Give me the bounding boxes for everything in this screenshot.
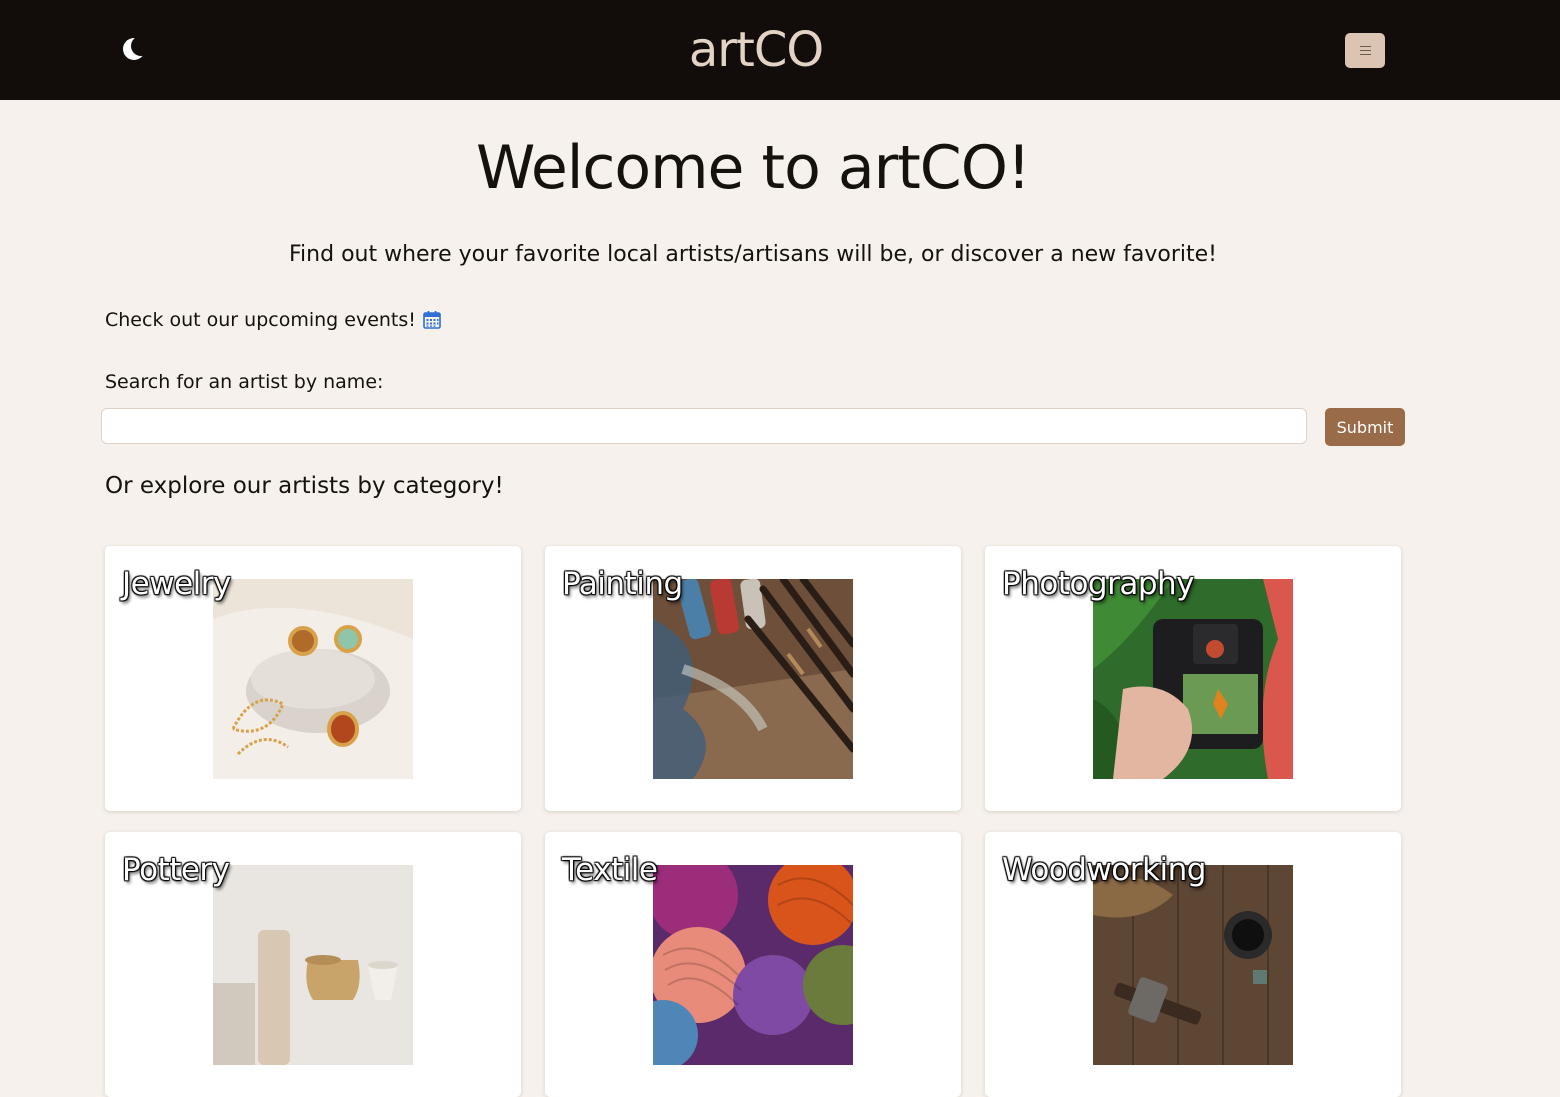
category-label: Painting xyxy=(562,566,683,602)
photography-photo xyxy=(1093,579,1293,779)
hamburger-menu-icon xyxy=(1359,46,1371,55)
jewelry-photo xyxy=(213,579,413,779)
category-card-painting[interactable]: Painting xyxy=(545,546,961,811)
upcoming-events-link[interactable]: Check out our upcoming events! xyxy=(105,306,442,334)
painting-photo xyxy=(653,579,853,779)
category-card-jewelry[interactable]: Jewelry xyxy=(105,546,521,811)
category-label: Textile xyxy=(562,852,658,888)
artist-search-input[interactable] xyxy=(101,408,1307,444)
category-label: Jewelry xyxy=(122,566,231,602)
search-label: Search for an artist by name: xyxy=(105,371,384,393)
woodworking-photo xyxy=(1093,865,1293,1065)
events-text: Check out our upcoming events! xyxy=(105,309,416,331)
page-tagline: Find out where your favorite local artis… xyxy=(289,242,1217,267)
textile-photo xyxy=(653,865,853,1065)
page-title: Welcome to artCO! xyxy=(476,133,1031,203)
category-card-pottery[interactable]: Pottery xyxy=(105,832,521,1097)
brand-logo[interactable]: artCO xyxy=(0,18,1512,82)
category-card-photography[interactable]: Photography xyxy=(985,546,1401,811)
hamburger-menu-button[interactable] xyxy=(1345,33,1385,68)
category-card-textile[interactable]: Textile xyxy=(545,832,961,1097)
explore-heading: Or explore our artists by category! xyxy=(105,473,504,499)
category-label: Photography xyxy=(1002,566,1195,602)
category-card-woodworking[interactable]: Woodworking xyxy=(985,832,1401,1097)
calendar-icon[interactable] xyxy=(422,310,442,330)
category-label: Pottery xyxy=(122,852,230,888)
submit-button[interactable]: Submit xyxy=(1325,408,1405,446)
category-label: Woodworking xyxy=(1002,852,1206,888)
pottery-photo xyxy=(213,865,413,1065)
top-navbar: artCO xyxy=(0,0,1560,100)
